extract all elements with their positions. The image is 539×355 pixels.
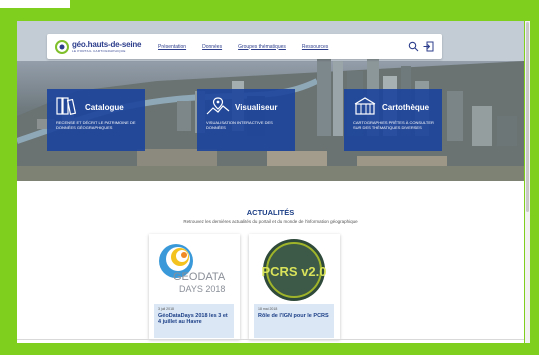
logo-name: géo.hauts-de-seine <box>72 39 142 49</box>
card-title: Visualiseur <box>235 103 278 112</box>
pcrs-logo-image: PCRS v2.0 <box>249 234 340 309</box>
geodatadays-logo-image: GEODATA DAYS 2018 <box>149 234 240 309</box>
card-description: VISUALISATION INTERACTIVE DES DONNÉES <box>206 120 273 130</box>
search-icon[interactable] <box>408 41 419 52</box>
card-catalogue[interactable]: Catalogue RECENSE ET DÉCRIT LE PATRIMOIN… <box>47 89 145 151</box>
books-icon <box>56 97 77 115</box>
web-page: géo.hauts-de-seine LE PORTAIL CARTOGRAPH… <box>17 21 524 343</box>
main-menu: Présentation Données Groupes thématiques… <box>158 44 344 50</box>
card-title: Catalogue <box>85 103 124 112</box>
nav-actions <box>404 41 434 52</box>
geodatadays-logo-line1: GEODATA <box>173 271 226 283</box>
news-caption: 18 mai 2018 Rôle de l'IGN pour le PCRS <box>254 304 334 338</box>
card-description: CARTOGRAPHIES PRÊTES À CONSULTER SUR DES… <box>353 120 434 130</box>
nav-item-ressources[interactable]: Ressources <box>302 44 328 50</box>
news-caption: 3 juil 2018 GéoDataDays 2018 les 3 et 4 … <box>154 304 234 338</box>
footer-divider <box>17 339 524 340</box>
pcrs-logo-text: PCRS v2.0 <box>261 264 326 279</box>
news-date: 18 mai 2018 <box>258 307 278 311</box>
news-date: 3 juil 2018 <box>158 307 174 311</box>
news-title[interactable]: Rôle de l'IGN pour le PCRS <box>258 313 330 319</box>
news-title[interactable]: GéoDataDays 2018 les 3 et 4 juillet au H… <box>158 313 230 325</box>
nav-item-presentation[interactable]: Présentation <box>158 44 186 50</box>
window-tab <box>0 0 70 8</box>
logo-tagline: LE PORTAIL CARTOGRAPHIQUE <box>72 48 126 53</box>
nav-item-donnees[interactable]: Données <box>202 44 222 50</box>
card-cartotheque[interactable]: Cartothèque CARTOGRAPHIES PRÊTES À CONSU… <box>344 89 442 151</box>
site-logo[interactable]: géo.hauts-de-seine LE PORTAIL CARTOGRAPH… <box>55 39 153 54</box>
scrollbar-thumb[interactable] <box>526 22 529 212</box>
card-title: Cartothèque <box>382 103 430 112</box>
hero-banner: géo.hauts-de-seine LE PORTAIL CARTOGRAPH… <box>17 21 524 181</box>
news-card-pcrs[interactable]: PCRS v2.0 18 mai 2018 Rôle de l'IGN pour… <box>249 234 340 339</box>
card-visualiseur[interactable]: Visualiseur VISUALISATION INTERACTIVE DE… <box>197 89 295 151</box>
geodatadays-logo-line2: DAYS 2018 <box>179 284 225 294</box>
card-description: RECENSE ET DÉCRIT LE PATRIMOINE DE DONNÉ… <box>56 120 136 130</box>
map-pin-icon <box>206 97 230 115</box>
logo-pin-icon <box>55 39 69 54</box>
map-library-icon <box>354 97 376 115</box>
login-icon[interactable] <box>423 41 434 52</box>
nav-item-groupes-thematiques[interactable]: Groupes thématiques <box>238 44 286 50</box>
news-section-title: ACTUALITÉS <box>246 208 295 217</box>
news-card-geodatadays[interactable]: GEODATA DAYS 2018 3 juil 2018 GéoDataDay… <box>149 234 240 339</box>
news-section-subtitle: Retrouvez les dernières actualités du po… <box>183 219 358 224</box>
top-navigation-bar: géo.hauts-de-seine LE PORTAIL CARTOGRAPH… <box>47 34 442 59</box>
